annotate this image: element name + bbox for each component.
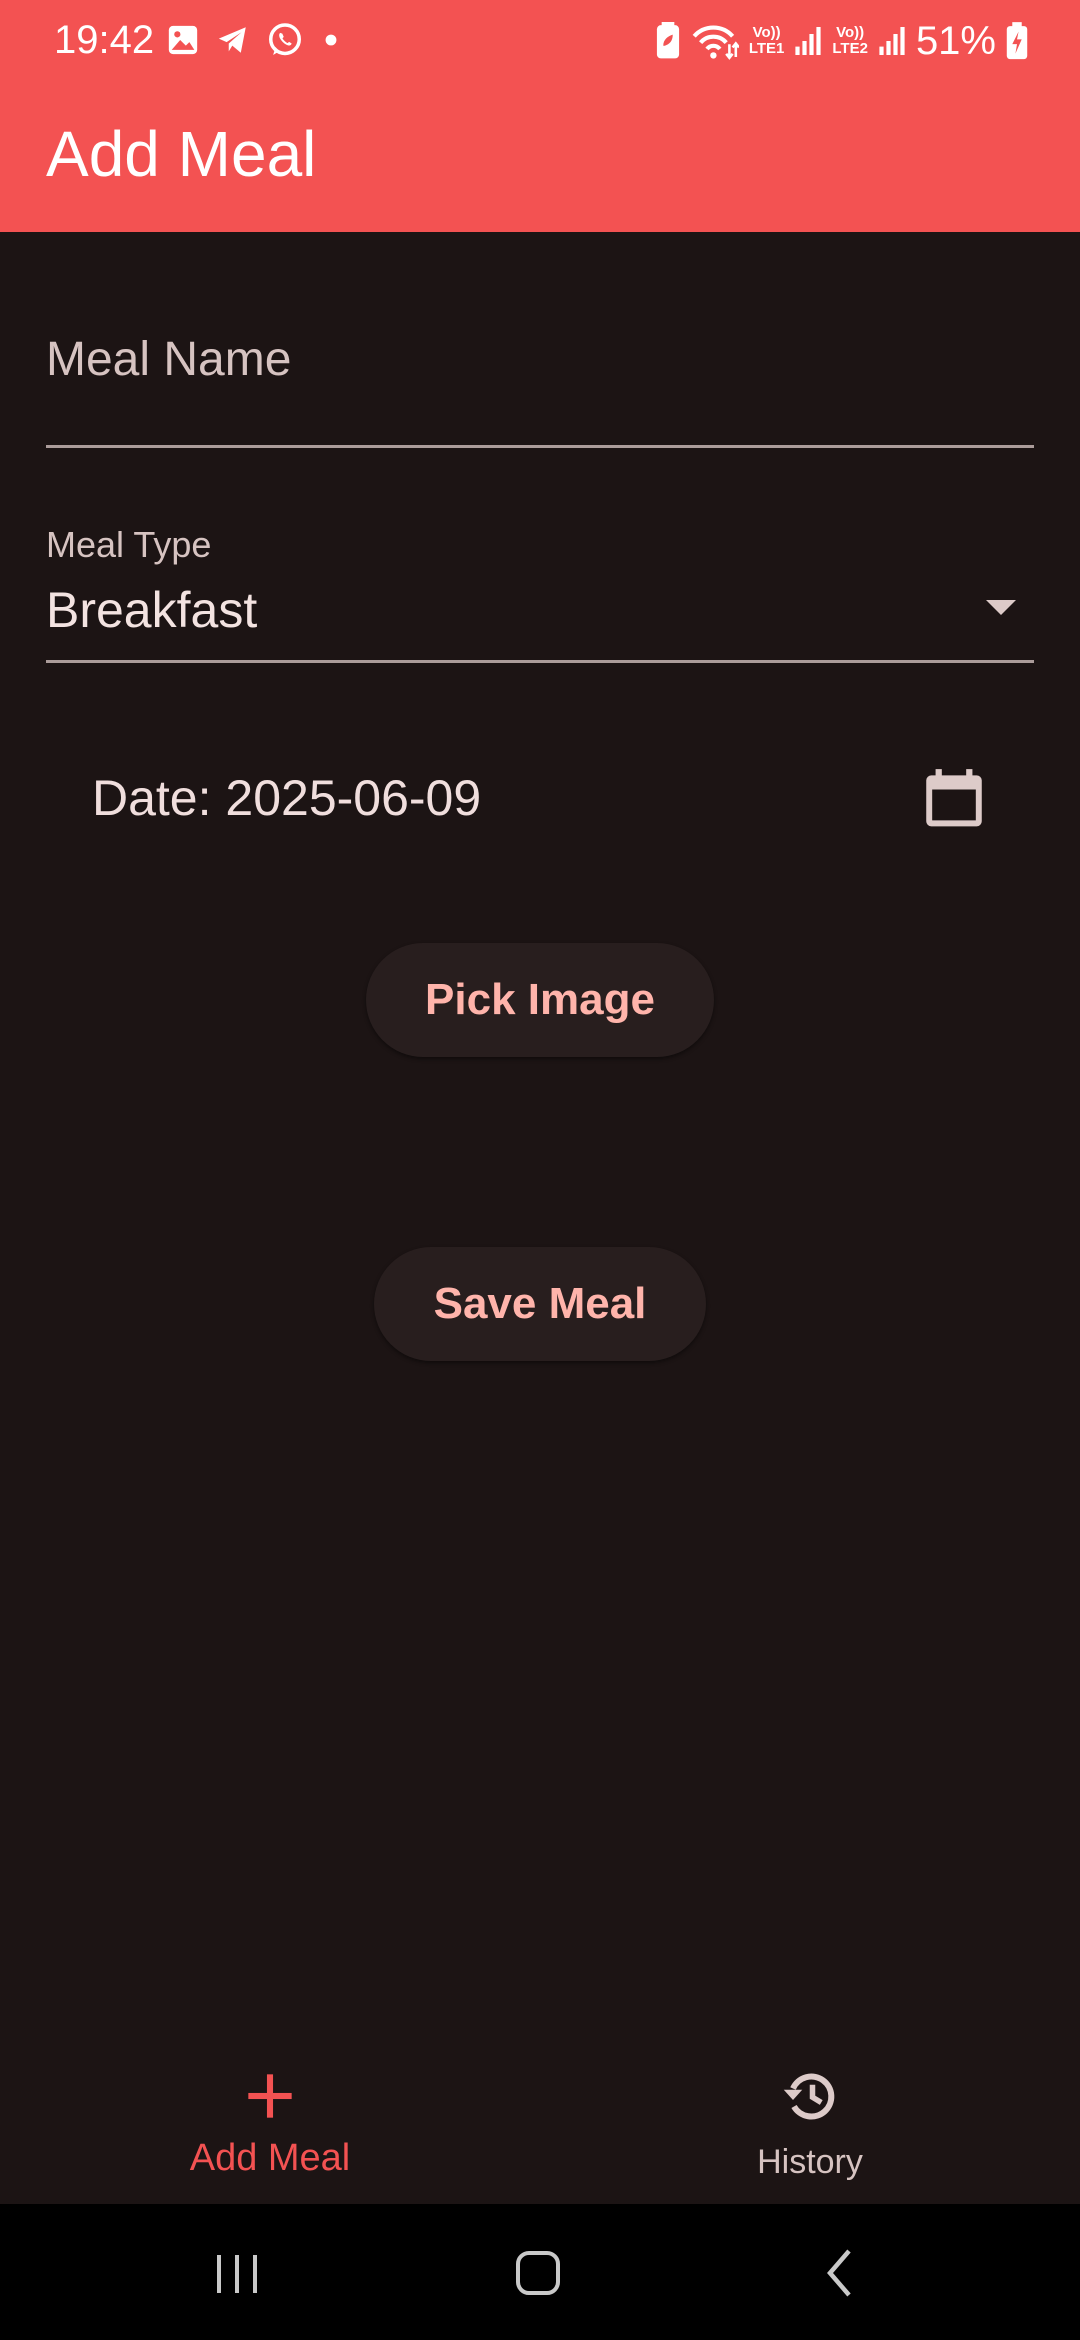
meal-type-label: Meal Type	[46, 524, 212, 565]
save-meal-button[interactable]: Save Meal	[374, 1247, 706, 1361]
dot-icon	[325, 34, 337, 46]
nav-item-history[interactable]: History	[540, 2040, 1080, 2204]
recents-icon[interactable]	[202, 2238, 272, 2308]
back-icon[interactable]	[806, 2238, 876, 2308]
status-bar: 19:42 Vo)) LTE1 Vo)) LTE2 51%	[0, 0, 1080, 80]
telegram-icon	[218, 27, 246, 53]
plus-icon	[248, 2074, 292, 2118]
nav-item-add-meal[interactable]: Add Meal	[0, 2040, 540, 2204]
signal-icon	[795, 27, 821, 55]
volte-label: Vo))	[752, 24, 781, 41]
bottom-navigation: Add Meal History	[0, 2040, 1080, 2204]
system-status-icons: Vo)) LTE1 Vo)) LTE2 51%	[655, 18, 1028, 64]
battery-icon	[1006, 22, 1028, 60]
meal-type-dropdown[interactable]: Meal Type Breakfast	[46, 512, 1034, 663]
lte2-label: LTE2	[832, 40, 868, 57]
app-header: 19:42 Vo)) LTE1 Vo)) LTE2 51% Add Meal	[0, 0, 1080, 232]
notification-icons	[166, 20, 344, 60]
dropdown-arrow-icon	[986, 600, 1016, 615]
meal-type-value: Breakfast	[46, 582, 258, 638]
history-icon	[783, 2073, 835, 2120]
nav-label-history: History	[757, 2143, 863, 2181]
date-text: Date: 2025-06-09	[92, 770, 482, 826]
volte-label: Vo))	[836, 24, 865, 41]
date-row: Date: 2025-06-09	[46, 736, 1034, 860]
calendar-button[interactable]	[920, 764, 988, 832]
battery-percent: 51%	[915, 19, 996, 63]
gallery-icon	[168, 25, 198, 55]
meal-name-field[interactable]: Meal Name	[46, 300, 1034, 448]
nav-label-add-meal: Add Meal	[189, 2137, 351, 2179]
volte-lte1-icon: Vo)) LTE1	[749, 25, 785, 57]
calendar-icon	[926, 769, 982, 827]
lte1-label: LTE1	[748, 40, 785, 57]
status-time: 19:42	[54, 18, 155, 62]
page-title: Add Meal	[46, 118, 317, 190]
battery-saver-icon	[656, 22, 679, 59]
signal-icon	[879, 27, 905, 55]
home-icon[interactable]	[503, 2238, 573, 2308]
system-nav-bar	[0, 2204, 1080, 2340]
volte-lte2-icon: Vo)) LTE2	[832, 25, 868, 57]
pick-image-button[interactable]: Pick Image	[366, 943, 714, 1057]
whatsapp-icon	[269, 23, 301, 56]
wifi-icon	[692, 25, 739, 60]
meal-name-placeholder: Meal Name	[46, 333, 292, 386]
